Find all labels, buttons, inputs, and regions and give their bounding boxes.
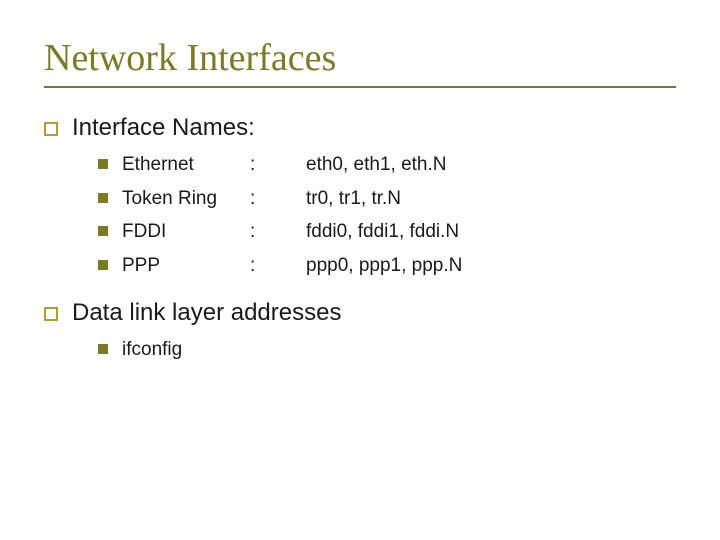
section-heading: Interface Names: xyxy=(72,114,255,142)
iface-name: PPP xyxy=(122,253,250,279)
list-item: PPP : ppp0, ppp1, ppp.N xyxy=(98,253,676,279)
square-bullet-icon xyxy=(98,260,108,270)
separator: : xyxy=(250,186,306,212)
list-item: Token Ring : tr0, tr1, tr.N xyxy=(98,186,676,212)
square-open-bullet-icon xyxy=(44,122,58,136)
interface-names-list: Ethernet : eth0, eth1, eth.N Token Ring … xyxy=(98,152,676,279)
iface-values: fddi0, fddi1, fddi.N xyxy=(306,219,459,245)
separator: : xyxy=(250,219,306,245)
bullet-data-link: Data link layer addresses xyxy=(44,299,676,327)
square-bullet-icon xyxy=(98,226,108,236)
list-item: FDDI : fddi0, fddi1, fddi.N xyxy=(98,219,676,245)
square-bullet-icon xyxy=(98,344,108,354)
square-open-bullet-icon xyxy=(44,307,58,321)
command-name: ifconfig xyxy=(122,337,182,363)
separator: : xyxy=(250,152,306,178)
square-bullet-icon xyxy=(98,193,108,203)
iface-values: ppp0, ppp1, ppp.N xyxy=(306,253,462,279)
slide: Network Interfaces Interface Names: Ethe… xyxy=(0,0,720,362)
separator: : xyxy=(250,253,306,279)
list-item: Ethernet : eth0, eth1, eth.N xyxy=(98,152,676,178)
list-item: ifconfig xyxy=(98,337,676,363)
title-rule xyxy=(44,86,676,88)
square-bullet-icon xyxy=(98,159,108,169)
data-link-list: ifconfig xyxy=(98,337,676,363)
iface-values: eth0, eth1, eth.N xyxy=(306,152,447,178)
bullet-interface-names: Interface Names: xyxy=(44,114,676,142)
iface-name: Token Ring xyxy=(122,186,250,212)
iface-values: tr0, tr1, tr.N xyxy=(306,186,401,212)
iface-name: Ethernet xyxy=(122,152,250,178)
iface-name: FDDI xyxy=(122,219,250,245)
section-heading: Data link layer addresses xyxy=(72,299,341,327)
page-title: Network Interfaces xyxy=(44,36,676,80)
